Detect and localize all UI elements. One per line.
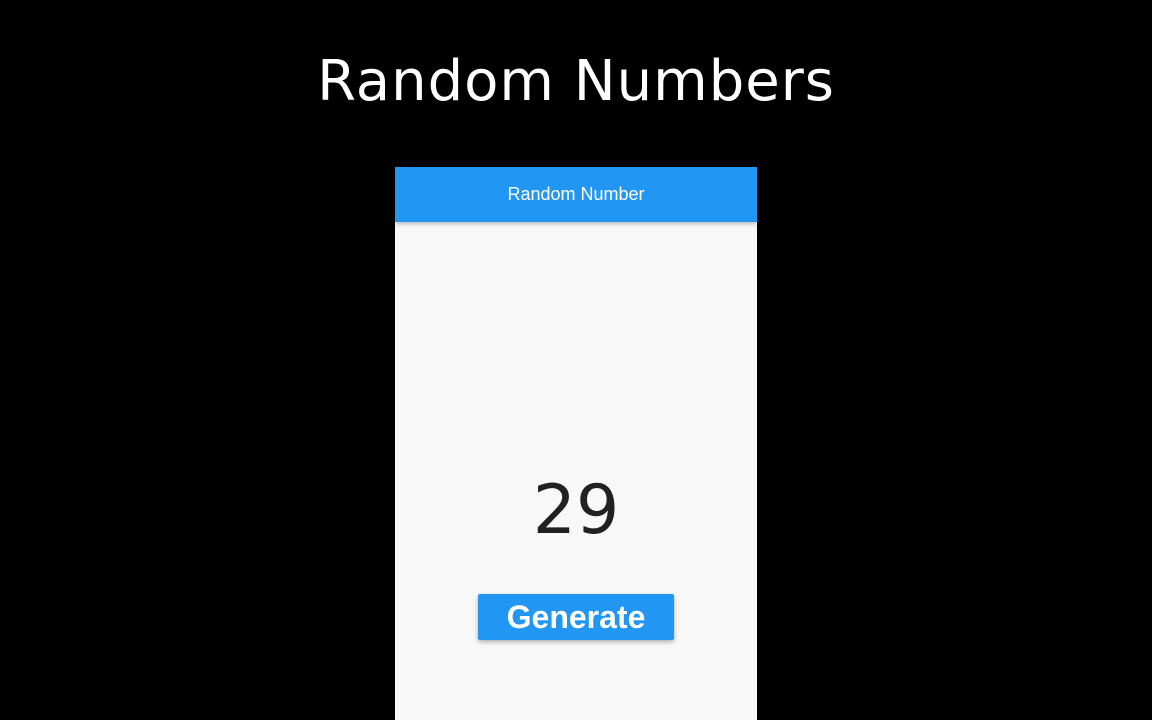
app-bar: Random Number: [395, 167, 757, 222]
video-title: Random Numbers: [317, 49, 835, 114]
app-bar-title: Random Number: [507, 184, 645, 204]
video-frame: Random Numbers Random Number 29 Generate: [0, 0, 1152, 720]
random-number-display: 29: [532, 471, 620, 550]
phone-screen: Random Number 29 Generate: [395, 167, 757, 720]
generate-button[interactable]: Generate: [478, 594, 674, 640]
